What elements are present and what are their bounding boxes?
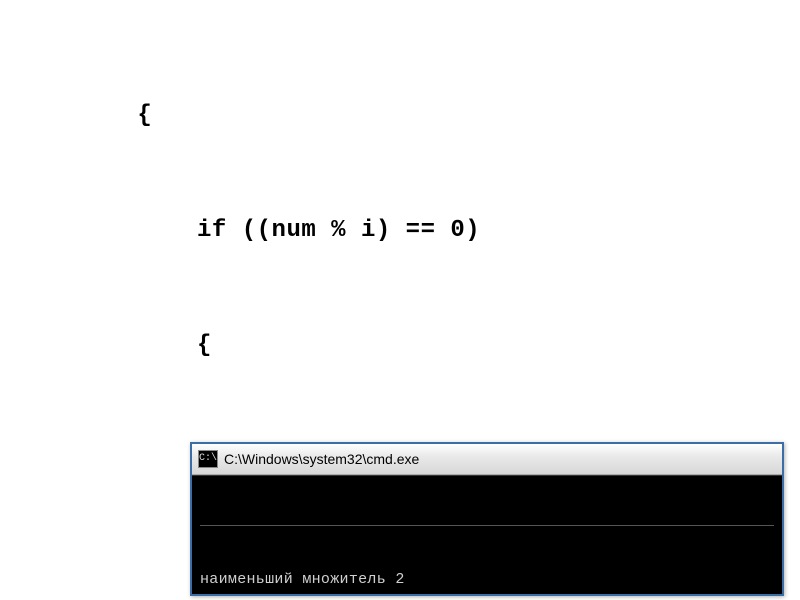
cmd-window: C:\ C:\Windows\system32\cmd.exe наименьш… xyxy=(190,442,784,596)
code-line-2: if ((num % i) == 0) xyxy=(48,212,768,250)
cmd-output: наименьший множитель 2 Для продолжения н… xyxy=(192,475,782,600)
cmd-icon: C:\ xyxy=(198,450,218,468)
cmd-title-text: C:\Windows\system32\cmd.exe xyxy=(224,451,419,467)
cmd-divider xyxy=(200,525,774,526)
cmd-titlebar: C:\ C:\Windows\system32\cmd.exe xyxy=(192,444,782,475)
code-line-3: { xyxy=(48,327,768,365)
cmd-output-line-1: наименьший множитель 2 xyxy=(200,570,774,590)
code-line-1: { xyxy=(48,97,768,135)
